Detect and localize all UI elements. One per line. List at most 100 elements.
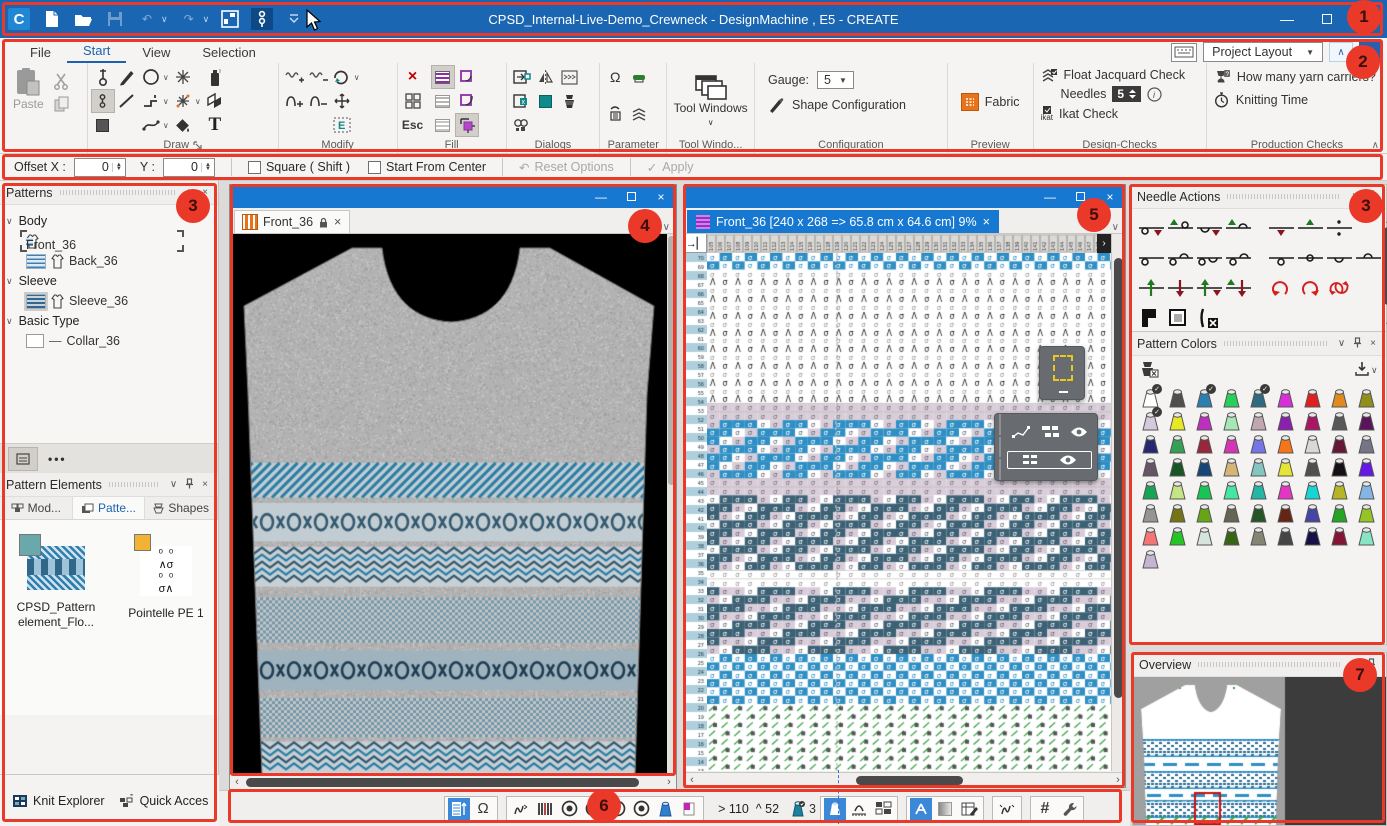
undo-icon[interactable]: ↶ <box>136 8 158 30</box>
yarn-color-cone[interactable] <box>1164 523 1191 546</box>
module-search-icon[interactable] <box>510 114 534 138</box>
open-file-icon[interactable] <box>72 8 94 30</box>
yarn-color-cone[interactable]: ✓ <box>1137 408 1164 431</box>
tab-pattern-elements[interactable]: Patte... <box>73 497 146 519</box>
paste-button[interactable]: Paste <box>7 65 50 113</box>
line-tool-icon[interactable] <box>115 89 139 113</box>
yarn-color-cone[interactable] <box>1272 385 1299 408</box>
yarn-color-cone[interactable] <box>1137 454 1164 477</box>
yarn-color-cone[interactable] <box>1218 523 1245 546</box>
yarn-color-cone[interactable] <box>1137 431 1164 454</box>
square-checkbox[interactable]: Square ( Shift ) <box>248 160 350 174</box>
fill-stripes3-icon[interactable] <box>431 113 455 137</box>
yarn-color-cone[interactable] <box>1191 477 1218 500</box>
yarn-color-cone[interactable]: ✓ <box>1245 385 1272 408</box>
yarn-color-cone[interactable] <box>1245 431 1272 454</box>
app-logo-icon[interactable]: C <box>8 8 30 30</box>
pattern-element-item[interactable]: CPSD_Pattern element_Flo... <box>14 546 98 715</box>
float-jacquard-check-button[interactable]: Float Jacquard Check <box>1041 68 1186 82</box>
ruler-origin-icon[interactable]: →▏ <box>685 234 707 253</box>
knitting-time-button[interactable]: Knitting Time <box>1214 92 1308 108</box>
expand-selection-icon[interactable]: E <box>330 113 354 137</box>
needle-bed-icon[interactable] <box>534 798 556 820</box>
na-loop-mid-icon[interactable] <box>1195 245 1224 270</box>
start-from-center-checkbox[interactable]: Start From Center <box>368 160 486 174</box>
chevron-down-icon[interactable]: ∨ <box>166 479 181 490</box>
chevron-down-icon[interactable]: ∨ <box>1334 338 1349 349</box>
yarn-color-cone[interactable]: ✓ <box>1191 385 1218 408</box>
yarn-color-cone[interactable] <box>1326 385 1353 408</box>
tab-list-chevron-icon[interactable]: ∨ <box>657 222 676 233</box>
ribbon-collapse-chevron[interactable]: ∧ <box>1372 140 1379 151</box>
stitch-length-icon[interactable]: Ω <box>603 65 627 89</box>
yarn-color-cone[interactable] <box>1326 500 1353 523</box>
ribbon-collapse-button[interactable]: ∧ <box>1329 42 1353 62</box>
na-needle-select-icon[interactable] <box>1166 306 1195 331</box>
close-icon[interactable]: × <box>198 187 212 198</box>
tab-view[interactable]: View <box>126 42 186 63</box>
na-rack-right-icon[interactable] <box>1296 276 1325 301</box>
spray-can-icon[interactable] <box>203 65 227 89</box>
stitch-icon[interactable] <box>510 798 532 820</box>
table-edit-icon[interactable] <box>958 798 980 820</box>
wave-add-icon[interactable] <box>282 65 306 89</box>
redo-icon[interactable]: ↷ <box>178 8 200 30</box>
yarn-color-cone[interactable] <box>1218 408 1245 431</box>
na-knit-back-up-icon[interactable] <box>1224 215 1253 240</box>
yarn-color-cone[interactable] <box>1272 454 1299 477</box>
layer-visibility-control[interactable] <box>1007 451 1092 469</box>
knit-mode-icon[interactable] <box>910 798 932 820</box>
na-arrow-up-down-icon[interactable] <box>1195 276 1224 301</box>
minimize-button[interactable]: — <box>1267 2 1307 36</box>
yarn-color-cone[interactable] <box>1137 546 1164 569</box>
yarn-symbol-icon[interactable] <box>558 89 582 113</box>
cut-icon[interactable] <box>50 69 74 93</box>
wave-remove-icon[interactable] <box>306 65 330 89</box>
close-button[interactable]: × <box>1347 2 1387 36</box>
yarn-color-cone[interactable] <box>1191 500 1218 523</box>
na-arrow-up-icon[interactable] <box>1137 276 1166 301</box>
tab-shapes[interactable]: Shapes <box>145 497 218 519</box>
overlay-grip-icon[interactable] <box>995 414 1005 480</box>
yarn-carrier-param-icon[interactable] <box>603 102 627 126</box>
tab-selection[interactable]: Selection <box>186 42 271 63</box>
tree-item-collar_36[interactable]: —Collar_36 <box>6 331 218 350</box>
fill-stripes-icon[interactable] <box>431 65 455 89</box>
yarn-color-cone[interactable] <box>1164 454 1191 477</box>
na-arrow-down-icon[interactable] <box>1166 276 1195 301</box>
yarn-color-cone[interactable] <box>1137 523 1164 546</box>
yarn-color-cone[interactable] <box>1299 454 1326 477</box>
na-divide-icon[interactable] <box>1325 215 1354 240</box>
toolbar-options-icon[interactable] <box>283 8 305 30</box>
needle-actions-scrollbar[interactable]: ∧ ∨ <box>1383 215 1387 331</box>
fabric-tab[interactable]: Front_36 × <box>234 210 350 233</box>
copy-shape-icon[interactable] <box>203 89 227 113</box>
view-options-overlay[interactable] <box>994 413 1098 481</box>
yarn-color-cone[interactable] <box>1218 385 1245 408</box>
na-loop-hump-icon[interactable] <box>1224 245 1253 270</box>
yarn-color-cone[interactable] <box>1164 431 1191 454</box>
yarn-color-cone[interactable] <box>1299 477 1326 500</box>
needle-action-tool-icon[interactable] <box>91 89 115 113</box>
maximize-button[interactable] <box>616 185 646 208</box>
point-tool-icon[interactable] <box>91 65 115 89</box>
yarn-color-cone[interactable] <box>1218 477 1245 500</box>
yarn-color-cone[interactable] <box>1326 408 1353 431</box>
na-loop-front-icon[interactable] <box>1137 245 1166 270</box>
yarn-color-cone[interactable] <box>1299 385 1326 408</box>
yarn-color-cone[interactable] <box>1299 431 1326 454</box>
selection-tool-overlay[interactable] <box>1039 346 1085 400</box>
help-button[interactable]: ? <box>1359 41 1381 63</box>
needle-selection-icon[interactable] <box>251 8 273 30</box>
close-icon[interactable]: × <box>1366 338 1380 349</box>
pattern-element-item[interactable]: ᵒ ᵒ∧σᵒ ᵒσ∧ Pointelle PE 1 <box>124 546 208 715</box>
tree-item-back_36[interactable]: Back_36 <box>6 251 218 271</box>
yarn-color-cone[interactable] <box>1164 477 1191 500</box>
yarn-color-cone[interactable] <box>1326 431 1353 454</box>
yarn-color-cone[interactable] <box>1353 500 1380 523</box>
yarn-color-cone[interactable] <box>1164 385 1191 408</box>
na-needle-cancel-icon[interactable] <box>1195 306 1224 331</box>
tab-close-icon[interactable]: × <box>334 215 341 229</box>
mirror-icon[interactable] <box>534 65 558 89</box>
pin-icon[interactable] <box>181 478 198 492</box>
